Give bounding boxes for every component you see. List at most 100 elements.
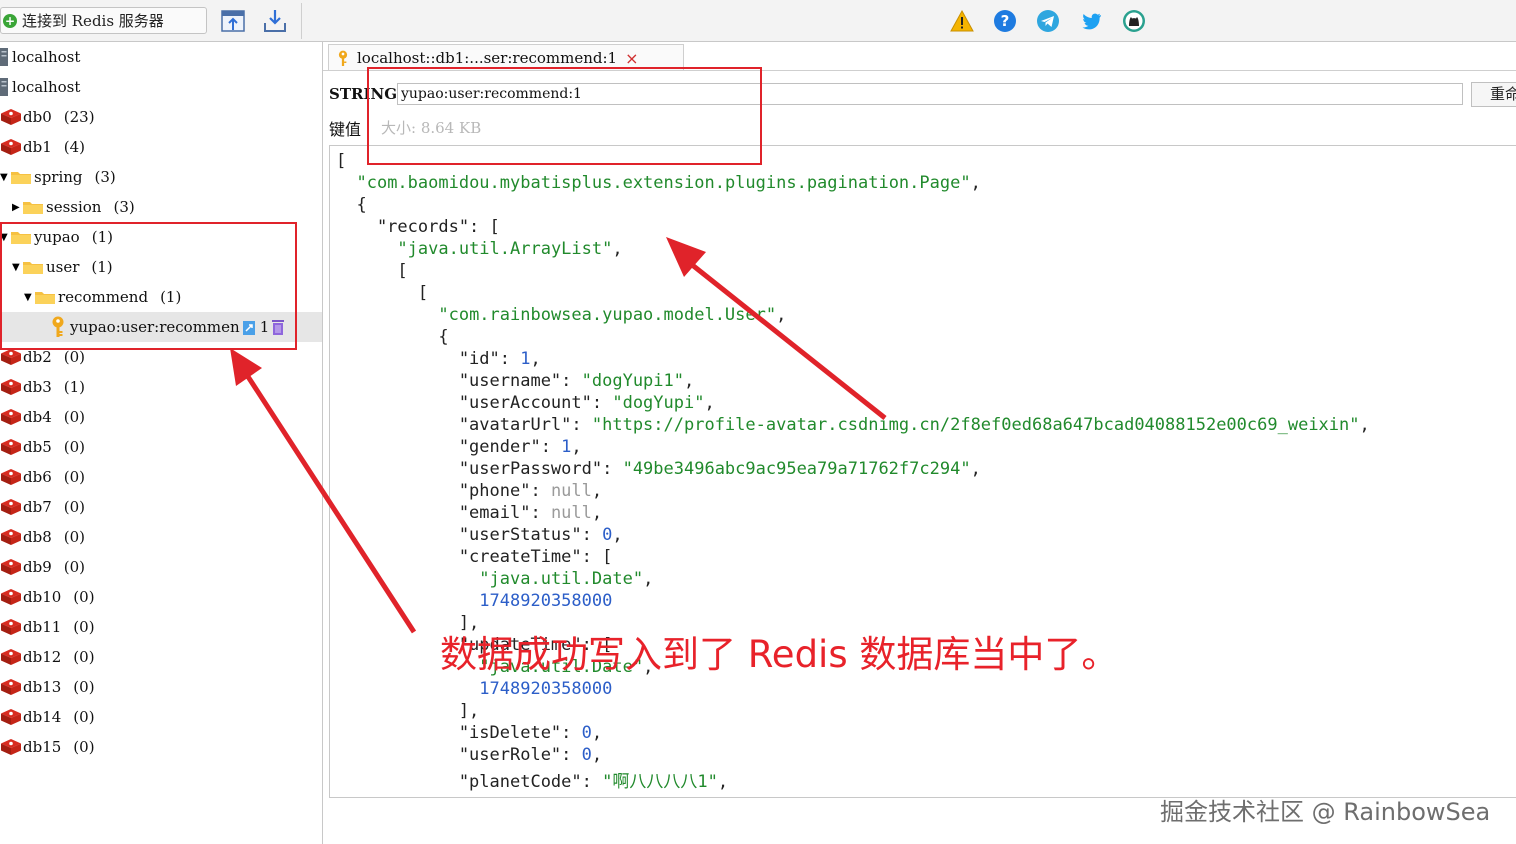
expand-arrow-icon[interactable]: ▼: [0, 172, 10, 183]
close-tab-icon[interactable]: ×: [625, 49, 638, 68]
tree-db-db6[interactable]: db6 (0): [0, 462, 322, 492]
tree-label: db9: [23, 558, 52, 576]
tree-label: db1: [23, 138, 52, 156]
twitter-icon[interactable]: [1079, 9, 1103, 33]
tree-count: (0): [73, 588, 95, 606]
folder-icon: [11, 172, 31, 184]
import-icon[interactable]: [220, 8, 246, 34]
tree-db-db12[interactable]: db12 (0): [0, 642, 322, 672]
value-label: 键值: [329, 120, 362, 139]
tree-db-db8[interactable]: db8 (0): [0, 522, 322, 552]
tree-db-db10[interactable]: db10 (0): [0, 582, 322, 612]
tree-count: (0): [73, 618, 95, 636]
export-icon[interactable]: [262, 8, 288, 34]
value-line: "java.util.Date",: [479, 569, 654, 589]
value-line: [: [336, 261, 408, 281]
tree-label: db15: [23, 738, 62, 756]
tree-count: (0): [63, 498, 85, 516]
warning-icon[interactable]: [950, 9, 974, 33]
redis-db-icon: [1, 559, 21, 575]
redis-db-icon: [1, 739, 21, 755]
value-line: [: [336, 283, 429, 303]
connect-server-button[interactable]: + 连接到 Redis 服务器: [0, 7, 207, 34]
tree-db-db5[interactable]: db5 (0): [0, 432, 322, 462]
tree-folder-spring[interactable]: ▼ spring (3): [0, 162, 322, 192]
telegram-icon[interactable]: [1036, 9, 1060, 33]
folder-icon: [23, 202, 43, 214]
collapse-arrow-icon[interactable]: ▶: [12, 202, 22, 213]
tree-label: localhost: [12, 78, 81, 96]
tree-count: (0): [73, 678, 95, 696]
value-line: "id": 1,: [336, 349, 541, 369]
help-icon[interactable]: ?: [993, 9, 1017, 33]
tree-label: db6: [23, 468, 52, 486]
value-line: "isDelete": 0,: [336, 723, 603, 743]
tree-count: (0): [63, 468, 85, 486]
redis-db-icon: [1, 379, 21, 395]
tree-db-db14[interactable]: db14 (0): [0, 702, 322, 732]
tree-db-db13[interactable]: db13 (0): [0, 672, 322, 702]
tree-db-db3[interactable]: db3 (1): [0, 372, 322, 402]
value-line: "java.util.ArrayList",: [397, 239, 623, 259]
github-icon[interactable]: [1122, 9, 1146, 33]
tree-server-localhost[interactable]: localhost: [0, 42, 322, 72]
tree-label: db2: [23, 348, 52, 366]
value-line: {: [336, 195, 367, 215]
value-line: "userAccount": "dogYupi",: [336, 393, 715, 413]
tree-db-db0[interactable]: db0 (23): [0, 102, 322, 132]
toolbar-separator: [301, 3, 302, 39]
rename-button[interactable]: 重命: [1471, 82, 1516, 107]
value-line: "createTime": [: [336, 547, 613, 567]
tree-db-db11[interactable]: db11 (0): [0, 612, 322, 642]
tree-folder-session[interactable]: ▶ session (3): [0, 192, 322, 222]
tree-count: (23): [63, 108, 95, 126]
tree-count: (0): [73, 738, 95, 756]
server-icon: [0, 78, 8, 96]
redis-db-icon: [1, 439, 21, 455]
value-editor[interactable]: [ "com.baomidou.mybatisplus.extension.pl…: [329, 145, 1516, 798]
annotation-text: 数据成功写入到了 Redis 数据库当中了。: [440, 633, 1119, 676]
tree-count: (3): [113, 198, 135, 216]
tree-label: db4: [23, 408, 52, 426]
tree-label: db10: [23, 588, 62, 606]
tree-db-db9[interactable]: db9 (0): [0, 552, 322, 582]
value-line: "avatarUrl": "https://profile-avatar.csd…: [336, 415, 1370, 435]
tree-label: db11: [23, 618, 62, 636]
value-line: "userRole": 0,: [336, 745, 603, 765]
value-line: "userStatus": 0,: [336, 525, 623, 545]
value-line: "email": null,: [336, 503, 603, 523]
tree-label: db12: [23, 648, 62, 666]
tree-db-db1[interactable]: db1 (4): [0, 132, 322, 162]
annotation-highlight-tree: [0, 222, 297, 350]
tree-label: db14: [23, 708, 62, 726]
tree-label: db5: [23, 438, 52, 456]
redis-db-icon: [1, 499, 21, 515]
redis-db-icon: [1, 349, 21, 365]
tree-label: db0: [23, 108, 52, 126]
tree-db-db7[interactable]: db7 (0): [0, 492, 322, 522]
redis-db-icon: [1, 409, 21, 425]
redis-db-icon: [1, 679, 21, 695]
value-line: "gender": 1,: [336, 437, 582, 457]
tree-count: (0): [73, 708, 95, 726]
tree-label: db3: [23, 378, 52, 396]
tree-count: (0): [63, 408, 85, 426]
tree-db-db15[interactable]: db15 (0): [0, 732, 322, 762]
plus-icon: +: [3, 13, 17, 28]
tree-count: (3): [94, 168, 116, 186]
value-line: "username": "dogYupi1",: [336, 371, 695, 391]
tree-server-localhost[interactable]: localhost: [0, 72, 322, 102]
value-line: "planetCode": "啊八八八八1",: [336, 772, 729, 792]
tree-count: (0): [63, 348, 85, 366]
svg-text:?: ?: [1001, 12, 1010, 30]
tree-label: session: [46, 198, 102, 216]
value-line: "phone": null,: [336, 481, 603, 501]
value-line: "userPassword": "49be3496abc9ac95ea79a71…: [336, 459, 981, 479]
redis-db-icon: [1, 709, 21, 725]
redis-db-icon: [1, 619, 21, 635]
value-line: ],: [336, 701, 480, 721]
server-icon: [0, 48, 8, 66]
value-line: 1748920358000: [479, 679, 613, 699]
tree-db-db4[interactable]: db4 (0): [0, 402, 322, 432]
redis-db-icon: [1, 649, 21, 665]
